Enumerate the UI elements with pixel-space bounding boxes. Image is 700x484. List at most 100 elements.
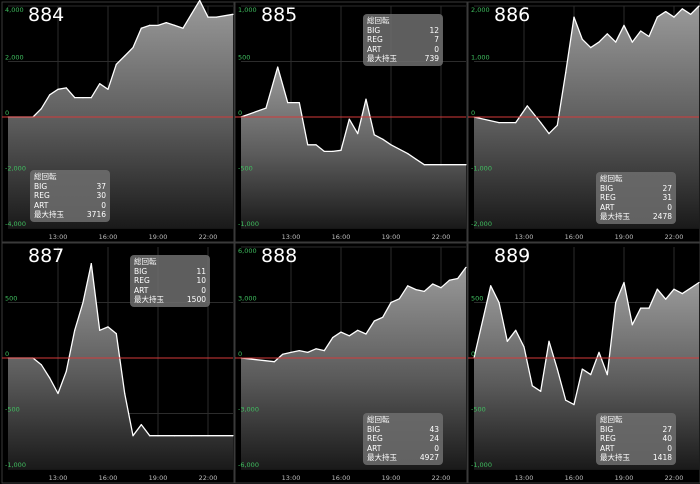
data-point xyxy=(107,88,109,90)
data-point xyxy=(390,144,392,146)
stats-row: ART 0 xyxy=(367,444,439,454)
x-tick-label: 19:00 xyxy=(382,233,401,241)
y-tick-label: -500 xyxy=(5,406,20,414)
data-point xyxy=(598,351,600,353)
stats-box: 総回転 BIG 12 REG 7 ART 0 最大持玉 739 xyxy=(363,14,443,66)
stats-label: BIG xyxy=(134,266,148,276)
data-point xyxy=(357,133,359,135)
data-point xyxy=(615,41,617,43)
stats-row: BIG 37 xyxy=(34,182,106,192)
stats-row: REG 31 xyxy=(600,193,672,203)
data-point xyxy=(457,277,459,280)
data-point xyxy=(506,340,508,342)
data-point xyxy=(673,288,675,290)
x-tick-label: 19:00 xyxy=(615,474,634,482)
stats-label: BIG xyxy=(367,424,381,434)
stats-label: 最大持玉 xyxy=(367,54,397,64)
y-tick-label: 0 xyxy=(5,350,9,358)
data-point xyxy=(307,351,309,353)
stats-label: ART xyxy=(367,443,382,453)
x-tick-label: 22:00 xyxy=(432,474,451,482)
graph-panel-889: 500 0 -500 -1,000 13:00 16:00 19:00 22:00 889 総回転… xyxy=(467,242,700,484)
stats-box: 総回転 BIG 43 REG 24 ART 0 最大持玉 4927 xyxy=(363,413,443,465)
data-point xyxy=(623,24,625,26)
stats-row: 最大持玉 739 xyxy=(367,54,439,64)
data-point xyxy=(423,164,425,166)
data-point xyxy=(82,301,84,304)
stats-label: ART xyxy=(600,443,615,453)
stats-value: 31 xyxy=(662,193,672,203)
data-point xyxy=(448,279,450,281)
stats-row: ART 0 xyxy=(34,201,106,211)
data-point xyxy=(82,97,84,99)
stats-value: 0 xyxy=(434,443,439,453)
stats-value: 10 xyxy=(196,276,206,286)
y-tick-label: 0 xyxy=(471,350,475,358)
stats-label: 最大持玉 xyxy=(600,212,630,222)
y-tick-label: -1,000 xyxy=(471,461,492,469)
data-point xyxy=(107,326,109,328)
stats-row: 最大持玉 4927 xyxy=(367,453,439,463)
data-point xyxy=(99,329,101,331)
data-point xyxy=(65,87,67,89)
graph-panel-885: 1,000 500 0 -500 -1,000 13:00 16:00 19:00 22:00 8… xyxy=(234,1,468,243)
data-point xyxy=(165,22,167,24)
y-tick-label: -2,000 xyxy=(5,165,26,173)
graph-panel-887: 500 0 -500 -1,000 13:00 16:00 19:00 22:00 887 総回転… xyxy=(1,242,235,484)
data-point xyxy=(465,266,467,268)
data-point xyxy=(407,285,409,287)
y-tick-label: 6,000 xyxy=(238,247,257,255)
data-point xyxy=(290,351,292,353)
data-point xyxy=(115,63,117,65)
stats-row: BIG 27 xyxy=(600,425,672,435)
data-point xyxy=(174,435,176,437)
stats-label: 最大持玉 xyxy=(134,295,164,305)
x-tick-label: 13:00 xyxy=(282,233,301,241)
data-point xyxy=(265,107,267,109)
data-point xyxy=(382,138,384,140)
data-point xyxy=(149,24,151,26)
x-tick-label: 16:00 xyxy=(565,233,584,241)
y-tick-label: 0 xyxy=(238,109,242,117)
data-point xyxy=(498,301,500,304)
y-tick-label: -1,000 xyxy=(471,165,492,173)
y-tick-label: 0 xyxy=(471,109,475,117)
data-point xyxy=(606,374,608,376)
data-point xyxy=(287,102,289,104)
stats-header: 総回転 xyxy=(600,415,623,425)
stats-value: 2478 xyxy=(652,212,672,222)
data-point xyxy=(40,108,42,110)
y-tick-label: 0 xyxy=(238,350,242,358)
stats-box: 総回転 BIG 11 REG 10 ART 0 最大持玉 1500 xyxy=(130,255,210,307)
x-tick-label: 19:00 xyxy=(149,474,168,482)
stats-value: 0 xyxy=(101,200,106,210)
data-point xyxy=(681,8,683,10)
data-point xyxy=(656,16,658,18)
stats-value: 0 xyxy=(201,285,206,295)
data-point xyxy=(190,435,192,437)
stats-header: 総回転 xyxy=(134,257,157,266)
data-point xyxy=(298,102,300,104)
data-point xyxy=(174,24,176,26)
x-tick-label: 19:00 xyxy=(149,233,168,241)
data-point xyxy=(57,392,59,395)
data-point xyxy=(531,385,533,387)
data-point xyxy=(132,435,134,437)
data-point xyxy=(631,41,633,43)
stats-value: 27 xyxy=(662,424,672,434)
stats-row: BIG 12 xyxy=(367,26,439,36)
x-tick-label: 16:00 xyxy=(332,474,351,482)
data-point xyxy=(65,370,67,372)
data-point xyxy=(90,97,92,99)
data-point xyxy=(157,435,159,437)
data-point xyxy=(40,364,42,366)
stats-value: 12 xyxy=(429,25,439,35)
stats-box: 総回転 BIG 27 REG 40 ART 0 最大持玉 1418 xyxy=(596,413,676,465)
graph-panel-884: 4,000 2,000 0 -2,000 -4,000 13:00 16:00 19:00 22… xyxy=(1,0,235,243)
data-point xyxy=(182,27,184,29)
stats-header: 総回転 xyxy=(34,172,57,182)
data-point xyxy=(490,285,492,287)
data-point xyxy=(565,399,567,401)
data-point xyxy=(623,281,625,284)
stats-value: 24 xyxy=(429,434,439,444)
